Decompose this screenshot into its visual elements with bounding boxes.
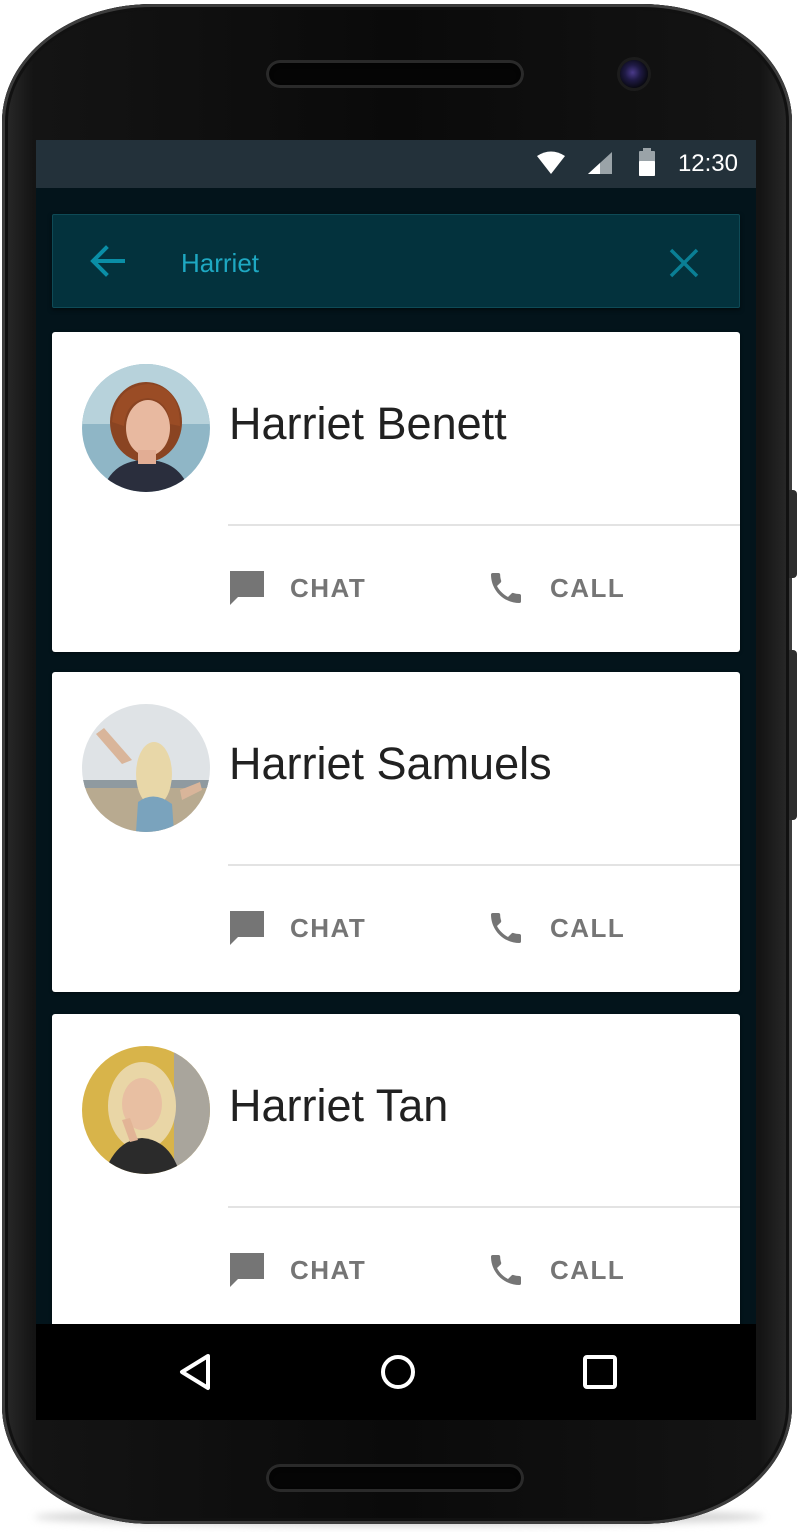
volume-button <box>789 490 797 578</box>
contact-card[interactable]: Harriet Tan CHAT CALL <box>52 1014 740 1324</box>
card-divider <box>228 524 740 526</box>
call-label: CALL <box>550 912 626 943</box>
chat-button[interactable]: CHAT <box>228 908 366 948</box>
wifi-icon <box>536 151 566 180</box>
square-recents-icon[interactable] <box>580 1352 620 1397</box>
front-camera <box>620 60 648 88</box>
contact-name: Harriet Samuels <box>229 738 552 789</box>
card-divider <box>228 864 740 866</box>
bottom-speaker <box>266 1464 524 1492</box>
call-label: CALL <box>550 572 626 603</box>
avatar <box>82 704 210 832</box>
call-button[interactable]: CALL <box>486 908 625 948</box>
contact-card[interactable]: Harriet Samuels CHAT CALL <box>52 672 740 992</box>
status-bar: 12:30 <box>36 140 756 188</box>
chat-label: CHAT <box>290 912 367 943</box>
search-bar <box>52 214 740 308</box>
chat-button[interactable]: CHAT <box>228 1250 366 1290</box>
close-icon[interactable] <box>669 248 699 283</box>
avatar <box>82 364 210 492</box>
search-input[interactable] <box>181 243 621 283</box>
navigation-bar <box>36 1324 756 1420</box>
contact-card[interactable]: Harriet Benett CHAT CALL <box>52 332 740 652</box>
call-label: CALL <box>550 1254 626 1285</box>
chat-bubble-icon <box>228 1251 266 1289</box>
circle-home-icon[interactable] <box>378 1352 418 1397</box>
power-button <box>789 650 797 820</box>
top-speaker <box>266 60 524 88</box>
chat-button[interactable]: CHAT <box>228 568 366 608</box>
cell-signal-icon <box>586 152 614 179</box>
avatar <box>82 1046 210 1174</box>
phone-icon <box>486 568 526 608</box>
phone-icon <box>486 1250 526 1290</box>
call-button[interactable]: CALL <box>486 568 625 608</box>
battery-icon <box>638 148 656 181</box>
contact-name: Harriet Benett <box>229 398 507 449</box>
phone-icon <box>486 908 526 948</box>
status-time: 12:30 <box>677 150 738 177</box>
chat-bubble-icon <box>228 569 266 607</box>
chat-label: CHAT <box>290 572 367 603</box>
chat-label: CHAT <box>290 1254 367 1285</box>
triangle-back-icon[interactable] <box>178 1352 212 1397</box>
contact-name: Harriet Tan <box>229 1080 449 1131</box>
card-divider <box>228 1206 740 1208</box>
chat-bubble-icon <box>228 909 266 947</box>
arrow-left-icon[interactable] <box>89 245 125 282</box>
call-button[interactable]: CALL <box>486 1250 625 1290</box>
screen: 12:30 Harriet B <box>36 140 756 1324</box>
